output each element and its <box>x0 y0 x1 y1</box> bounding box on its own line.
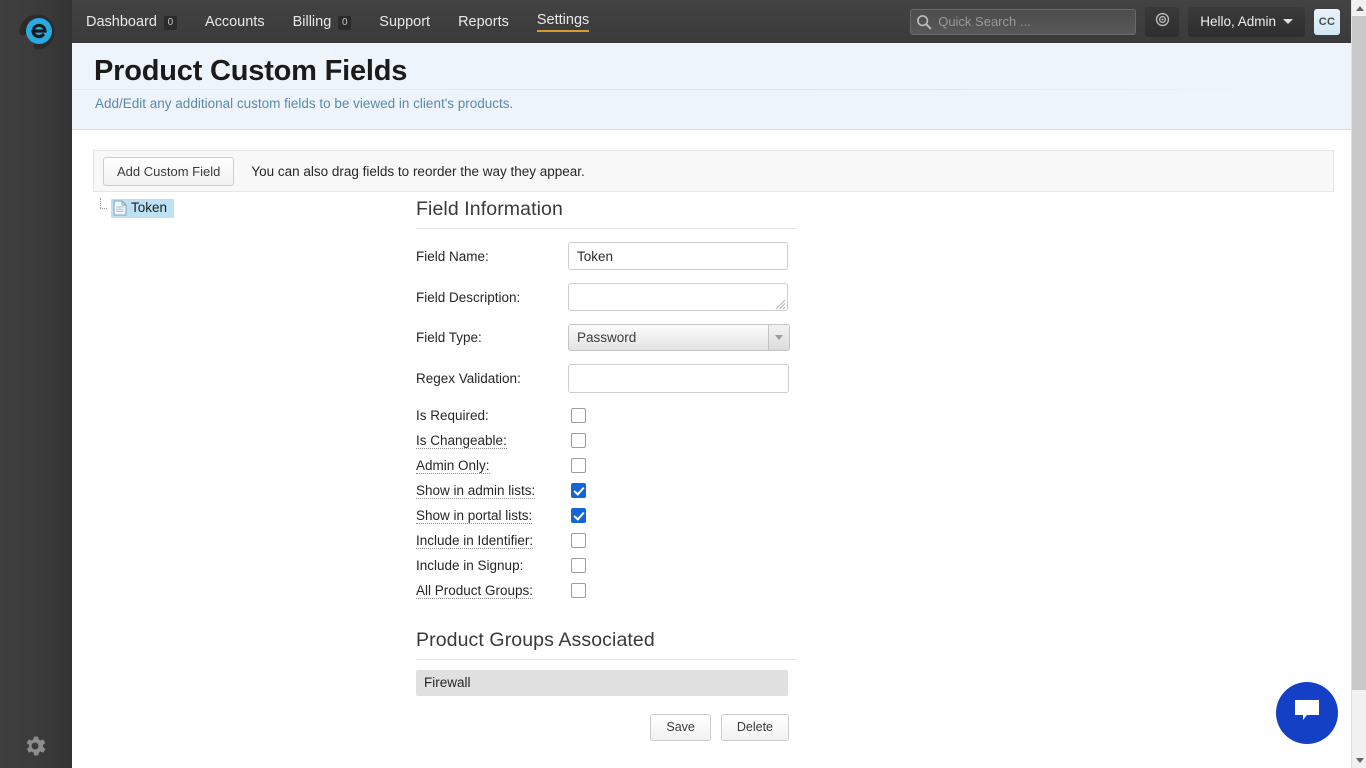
add-custom-field-button[interactable]: Add Custom Field <box>103 156 235 186</box>
admin-only-checkbox[interactable] <box>571 458 586 473</box>
nav-item-accounts[interactable]: Accounts <box>191 0 279 43</box>
tree-item-label: Token <box>131 200 168 215</box>
row-include-in-identifier: Include in Identifier: <box>416 528 796 553</box>
nav-badge-dashboard: 0 <box>163 15 177 30</box>
row-is-required: Is Required: <box>416 403 796 428</box>
field-information-heading: Field Information <box>416 198 796 229</box>
custom-fields-tree: Token <box>94 198 394 218</box>
page-subtitle: Add/Edit any additional custom fields to… <box>95 96 514 111</box>
top-navigation-bar: Dashboard 0 Accounts Billing 0 Support R… <box>72 0 1366 43</box>
nav-item-settings[interactable]: Settings <box>523 0 603 43</box>
nav-label: Accounts <box>204 13 265 30</box>
row-regex-validation: Regex Validation: <box>416 364 796 393</box>
page-header-banner: Product Custom Fields Add/Edit any addit… <box>72 43 1351 130</box>
quick-search[interactable] <box>910 8 1137 35</box>
include-in-identifier-label: Include in Identifier: <box>416 532 534 549</box>
delete-button[interactable]: Delete <box>720 714 789 741</box>
user-menu-button[interactable]: Hello, Admin <box>1188 6 1305 37</box>
search-icon <box>915 13 933 31</box>
all-product-groups-checkbox[interactable] <box>571 583 586 598</box>
tree-connector-icon <box>94 198 108 218</box>
is-required-checkbox[interactable] <box>571 408 586 423</box>
nav-label: Billing <box>292 13 332 30</box>
user-menu-label: Hello, Admin <box>1200 14 1276 29</box>
regex-validation-input[interactable] <box>568 364 789 393</box>
row-field-type: Field Type: Password <box>416 324 796 351</box>
row-show-in-admin-lists: Show in admin lists: <box>416 478 796 503</box>
scroll-up-button[interactable] <box>1352 0 1366 16</box>
is-required-label: Is Required: <box>416 408 489 423</box>
field-type-select[interactable]: Password <box>568 324 790 351</box>
product-group-item-firewall[interactable]: Firewall <box>416 670 788 696</box>
field-description-wrap <box>568 283 788 311</box>
admin-only-label: Admin Only: <box>416 457 490 474</box>
show-in-portal-lists-checkbox[interactable] <box>571 508 586 523</box>
field-information-panel: Field Information Field Name: Field Desc… <box>416 198 796 741</box>
nav-items: Dashboard 0 Accounts Billing 0 Support R… <box>72 0 603 43</box>
nav-label: Dashboard <box>86 13 157 30</box>
nav-label: Reports <box>458 13 509 30</box>
page-scrollbar[interactable] <box>1351 0 1366 768</box>
field-name-label: Field Name: <box>416 248 489 264</box>
document-icon <box>113 200 127 216</box>
regex-validation-label: Regex Validation: <box>416 371 521 386</box>
show-in-portal-lists-label: Show in portal lists: <box>416 507 533 524</box>
all-product-groups-label: All Product Groups: <box>416 582 534 599</box>
row-admin-only: Admin Only: <box>416 453 796 478</box>
tree-item-label-wrap[interactable]: Token <box>111 198 175 218</box>
nav-item-dashboard[interactable]: Dashboard 0 <box>72 0 191 43</box>
include-in-signup-label: Include in Signup: <box>416 558 524 573</box>
chevron-up-icon <box>1355 5 1364 11</box>
row-is-changeable: Is Changeable: <box>416 428 796 453</box>
row-show-in-portal-lists: Show in portal lists: <box>416 503 796 528</box>
toolbar-hint-text: You can also drag fields to reorder the … <box>251 163 585 179</box>
row-include-in-signup: Include in Signup: <box>416 553 796 578</box>
field-name-input[interactable] <box>568 242 788 270</box>
scrollbar-thumb[interactable] <box>1352 16 1366 690</box>
content-area: Add Custom Field You can also drag field… <box>72 130 1351 768</box>
form-actions: Save Delete <box>416 714 796 741</box>
row-field-description: Field Description: <box>416 283 796 311</box>
field-type-label: Field Type: <box>416 330 482 345</box>
chat-bubble-icon <box>1292 698 1322 729</box>
search-input[interactable] <box>933 10 1124 33</box>
nav-item-support[interactable]: Support <box>365 0 444 43</box>
tree-item-token[interactable]: Token <box>94 198 394 218</box>
show-in-admin-lists-checkbox[interactable] <box>571 483 586 498</box>
settings-gear-icon[interactable] <box>22 733 48 759</box>
field-description-textarea[interactable] <box>568 283 788 311</box>
nav-label: Support <box>379 13 431 30</box>
chevron-down-icon <box>1355 757 1364 763</box>
chat-widget-button[interactable] <box>1276 682 1338 744</box>
nav-label: Settings <box>536 12 590 32</box>
row-field-name: Field Name: <box>416 242 796 270</box>
nav-badge-billing: 0 <box>338 15 352 30</box>
is-changeable-checkbox[interactable] <box>571 433 586 448</box>
cc-badge[interactable]: CC <box>1314 8 1340 35</box>
target-icon <box>1154 11 1171 33</box>
chevron-down-icon <box>1283 19 1293 24</box>
nav-item-billing[interactable]: Billing 0 <box>279 0 366 43</box>
actions-toolbar: Add Custom Field You can also drag field… <box>93 150 1334 192</box>
is-changeable-label: Is Changeable: <box>416 432 507 449</box>
app-root: Dashboard 0 Accounts Billing 0 Support R… <box>0 0 1366 768</box>
chevron-down-icon <box>768 325 789 350</box>
nav-item-reports[interactable]: Reports <box>444 0 523 43</box>
brand-logo-icon[interactable] <box>11 6 63 58</box>
field-description-label: Field Description: <box>416 289 521 305</box>
field-type-value: Password <box>577 330 637 345</box>
left-rail <box>0 0 72 768</box>
include-in-signup-checkbox[interactable] <box>571 558 586 573</box>
target-icon-button[interactable] <box>1145 6 1180 37</box>
product-groups-heading: Product Groups Associated <box>416 629 796 660</box>
show-in-admin-lists-label: Show in admin lists: <box>416 482 536 499</box>
nav-right-group: Hello, Admin CC <box>910 0 1340 43</box>
save-button[interactable]: Save <box>650 714 711 741</box>
scroll-down-button[interactable] <box>1352 752 1366 768</box>
page-title: Product Custom Fields <box>94 55 408 87</box>
include-in-identifier-checkbox[interactable] <box>571 533 586 548</box>
row-all-product-groups: All Product Groups: <box>416 578 796 603</box>
